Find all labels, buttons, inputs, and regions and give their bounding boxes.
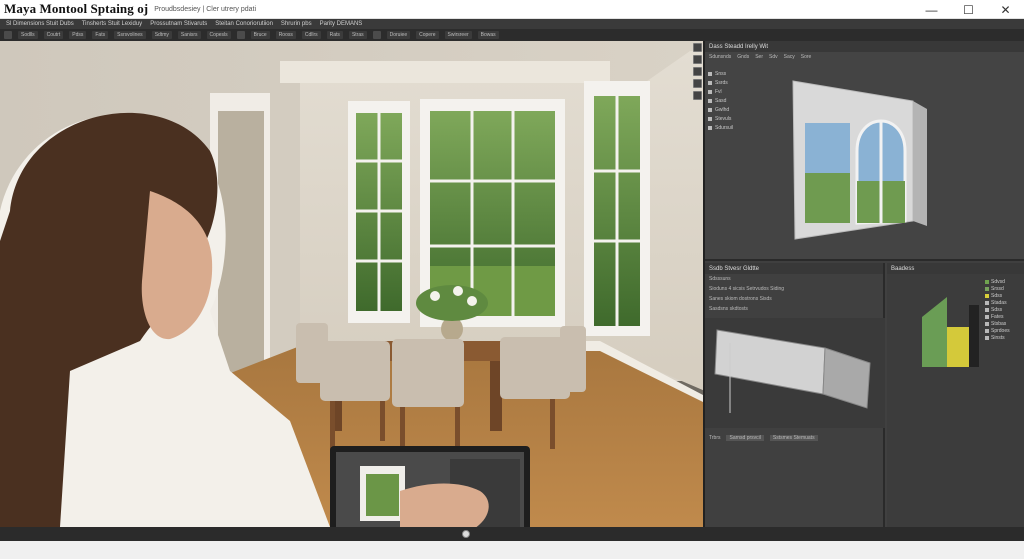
outliner-panel: Ssdb Stvesr Gldtte Sdsssuns Sioduns 4 si… <box>705 263 885 527</box>
toolbar: Sodlls Coutrt Pdss Fats Ssrsvolines Sdtm… <box>0 29 1024 41</box>
toolbar-item[interactable]: Copesls <box>206 31 231 39</box>
toolbar-item[interactable]: Sdtmy <box>151 31 172 39</box>
menu-item[interactable]: Sl Dimensions Stuit Dubs <box>6 21 74 27</box>
timeline-bar <box>0 527 1024 541</box>
toolbar-item[interactable]: Bowas <box>477 31 499 39</box>
legend-item[interactable]: Sdss <box>985 292 1023 299</box>
legend-item[interactable]: Srssd <box>985 285 1023 292</box>
grid-icon[interactable] <box>692 55 702 64</box>
legend-item[interactable]: Sprdoes <box>985 327 1023 334</box>
toolbar-item[interactable]: Ssrsvolines <box>114 31 146 39</box>
select-tool-icon[interactable] <box>4 31 12 39</box>
legend-swatch <box>985 321 989 326</box>
minimize-button[interactable]: — <box>913 0 950 19</box>
legend-item[interactable]: Sdss <box>985 306 1023 313</box>
menu-bar: Sl Dimensions Stuit Dubs Tinsherts Stuit… <box>0 19 1024 29</box>
legend-swatch <box>985 328 989 333</box>
legend-item[interactable]: Sdvsd <box>985 278 1023 285</box>
scroll-handle[interactable] <box>462 530 470 538</box>
footer-button[interactable]: Sarnsd prsvcil <box>726 435 764 441</box>
outliner-row[interactable]: Sasdsns skdtosts <box>705 304 883 314</box>
model-preview-panel: Dass Steadd Irelly Wit Sdunsnds Gnds Ser… <box>705 41 1024 261</box>
menu-item[interactable]: Prossutnam Stivaruts <box>150 21 207 27</box>
close-button[interactable]: ✕ <box>987 0 1024 19</box>
legend-item[interactable]: Fates <box>985 313 1023 320</box>
viewport-side-tools <box>690 41 704 111</box>
legend-item[interactable]: Sinsts <box>985 334 1023 341</box>
bottom-panels: Ssdb Stvesr Gldtte Sdsssuns Sioduns 4 si… <box>705 263 1024 527</box>
toolbar-item[interactable]: Bruce <box>250 31 270 39</box>
footer-label: Trbrs <box>709 435 721 441</box>
outliner-tab[interactable]: Sdsssuns <box>709 276 731 282</box>
right-panel: Dass Steadd Irelly Wit Sdunsnds Gnds Ser… <box>705 41 1024 527</box>
shading-icon[interactable] <box>692 91 702 100</box>
window-left <box>348 101 410 323</box>
toolbar-item[interactable]: Swirsreer <box>444 31 472 39</box>
toolbar-item[interactable]: Fats <box>92 31 109 39</box>
rotate-tool-icon[interactable] <box>372 31 381 39</box>
toolbar-item[interactable]: Stras <box>348 31 367 39</box>
outliner-title: Ssdb Stvesr Gldtte <box>705 263 883 274</box>
legend-swatch <box>985 279 989 284</box>
legend-swatch <box>985 293 989 298</box>
toolbar-item[interactable]: Copere <box>416 31 439 39</box>
maximize-button[interactable]: ☐ <box>950 0 987 19</box>
menu-item[interactable]: Parity DEMANS <box>320 21 363 27</box>
main-viewport[interactable] <box>0 41 705 527</box>
outliner-row[interactable]: Sanes skiom dostrons Sisds <box>705 294 883 304</box>
camera-icon[interactable] <box>692 43 702 52</box>
footer-button[interactable]: Sstsmes Stemuats <box>769 435 818 441</box>
outliner-footer: Trbrs Sarnsd prsvcil Sstsmes Stemuats <box>705 433 822 443</box>
graph-legend: Sdvsd Srssd Sdss Stadas Sdss Fates Stsba… <box>985 278 1023 341</box>
menu-item[interactable]: Steitan Conoriorutiion <box>215 21 273 27</box>
outliner-row[interactable]: Sioduns 4 sicsis Setrvudos Siding <box>705 284 883 294</box>
wireframe-preview[interactable] <box>705 318 885 428</box>
toolbar-item[interactable]: Coutrt <box>43 31 64 39</box>
scene-render <box>0 41 703 527</box>
hand <box>400 483 489 527</box>
toolbar-item[interactable]: Sodlls <box>18 31 38 39</box>
toolbar-item[interactable]: Sanisrs <box>177 31 201 39</box>
legend-swatch <box>985 335 989 340</box>
light-icon[interactable] <box>692 79 702 88</box>
legend-swatch <box>985 314 989 319</box>
toolbar-item[interactable]: Rats <box>326 31 343 39</box>
outliner-tab-row: Sdsssuns <box>705 274 883 284</box>
window-model-preview[interactable] <box>705 41 1024 261</box>
move-tool-icon[interactable] <box>236 31 245 39</box>
toolbar-item[interactable]: Doruiee <box>386 31 411 39</box>
legend-swatch <box>985 307 989 312</box>
toolbar-item[interactable]: Pdss <box>69 31 87 39</box>
legend-item[interactable]: Stsbas <box>985 320 1023 327</box>
frame-icon[interactable] <box>692 67 702 76</box>
window-subtitle: Proudbsdesiey | Cler utrery pdati <box>154 5 257 13</box>
status-bar <box>0 541 1024 559</box>
app-title: Maya Montool Sptaing oj <box>4 1 149 16</box>
graph-panel: Baadess Sdvsd Srssd Sdss Stadas Sdss Fat… <box>887 263 1024 527</box>
graph-header: Baadess <box>887 263 1024 274</box>
window-right <box>584 81 650 336</box>
menu-item[interactable]: Shrurin pbs <box>281 21 312 27</box>
title-bar: Maya Montool Sptaing oj Proudbsdesiey | … <box>0 0 1024 19</box>
legend-swatch <box>985 300 989 305</box>
toolbar-item[interactable]: Rooss <box>275 31 296 39</box>
toolbar-item[interactable]: Cdllrs <box>301 31 321 39</box>
window-controls: — ☐ ✕ <box>913 0 1024 19</box>
legend-swatch <box>985 286 989 291</box>
legend-item[interactable]: Stadas <box>985 299 1023 306</box>
menu-item[interactable]: Tinsherts Stuit Lexiduy <box>82 21 142 27</box>
